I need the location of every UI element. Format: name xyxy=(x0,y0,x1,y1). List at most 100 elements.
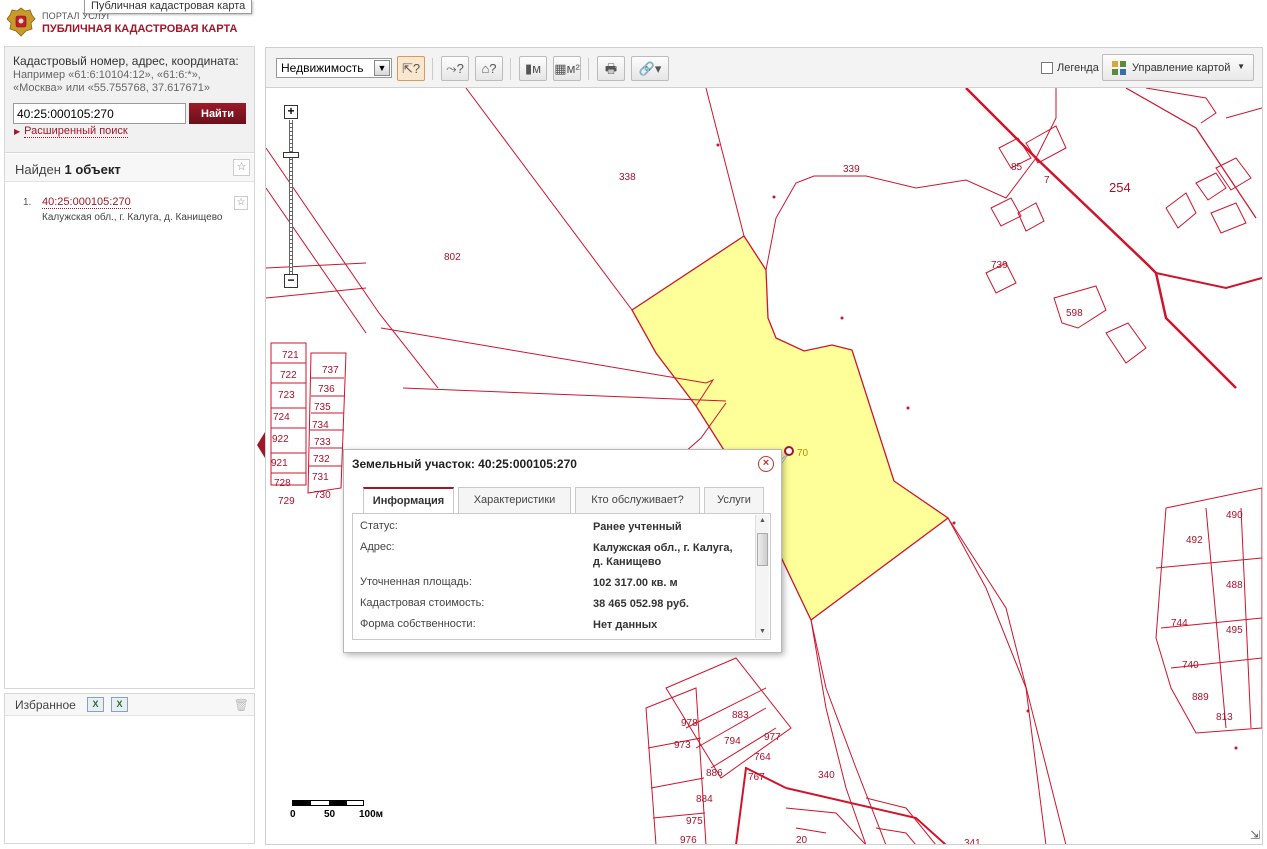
parcel-label: 886 xyxy=(706,768,723,779)
advanced-search-link[interactable]: ▶ Расширенный поиск xyxy=(14,125,128,138)
star-icon[interactable]: ☆ xyxy=(233,159,250,176)
tab-who-serves[interactable]: Кто обслуживает? xyxy=(575,487,700,513)
area-value: 102 317.00 кв. м xyxy=(593,577,678,589)
parcel-label: 739 xyxy=(991,260,1008,271)
parcel-label: 733 xyxy=(314,437,331,448)
search-panel: Кадастровый номер, адрес, координата: На… xyxy=(4,46,255,689)
parcel-label: 736 xyxy=(318,384,335,395)
parcel-label: 254 xyxy=(1109,180,1131,195)
toolbar-divider xyxy=(588,58,589,80)
link-icon[interactable]: 🔗▾ xyxy=(631,56,669,81)
parcel-label: 85 xyxy=(1011,162,1023,173)
parcel-label: 978 xyxy=(681,718,698,729)
parcel-label: 740 xyxy=(1182,660,1199,671)
measure-length-icon[interactable]: ▮м xyxy=(519,56,547,81)
result-cadastral-link[interactable]: 40:25:000105:270 xyxy=(42,196,131,209)
parcel-label: 728 xyxy=(274,478,291,489)
layer-select[interactable]: Недвижимость ▼ xyxy=(276,58,392,78)
results-header: Найден 1 объект ☆ xyxy=(5,154,254,182)
select-info-icon[interactable]: ⇱? xyxy=(397,56,425,81)
parcel-label: 70 xyxy=(797,448,809,459)
search-label: Кадастровый номер, адрес, координата: xyxy=(13,54,239,68)
info-panel: Статус: Ранее учтенный Адрес: Калужская … xyxy=(352,513,771,640)
parcel-label: 722 xyxy=(280,370,297,381)
object-marker-icon[interactable] xyxy=(784,446,794,456)
ownership-label: Форма собственности: xyxy=(360,618,476,630)
result-address: Калужская обл., г. Калуга, д. Канищево xyxy=(42,212,223,223)
parcel-label: 729 xyxy=(278,496,295,507)
collapse-panel-handle[interactable] xyxy=(257,432,265,458)
page-tooltip: Публичная кадастровая карта xyxy=(84,0,253,14)
identify-icon[interactable]: ⌂? xyxy=(475,56,503,81)
scale-bar: 0 50 100м xyxy=(290,800,383,820)
zoom-out-button[interactable]: − xyxy=(284,274,298,288)
favorites-header: Избранное X X 🗑 xyxy=(5,694,254,716)
parcel-label: 883 xyxy=(732,710,749,721)
trash-icon[interactable]: 🗑 xyxy=(234,698,249,712)
map-control-button[interactable]: Управление картой ▼ xyxy=(1102,54,1254,81)
measure-path-icon[interactable]: ⤳? xyxy=(441,56,469,81)
results-count: Найден 1 объект xyxy=(15,162,121,177)
resize-icon[interactable]: ⇲ xyxy=(1250,828,1260,842)
parcel-label: 495 xyxy=(1226,625,1243,636)
site-title[interactable]: ПУБЛИЧНАЯ КАДАСТРОВАЯ КАРТА xyxy=(42,23,237,35)
find-button[interactable]: Найти xyxy=(189,103,246,124)
legend-checkbox[interactable] xyxy=(1041,62,1053,74)
area-label: Уточненная площадь: xyxy=(360,576,472,588)
triangle-right-icon: ▶ xyxy=(14,127,21,136)
parcel-label: 794 xyxy=(724,736,741,747)
popup-title: Земельный участок: 40:25:000105:270 xyxy=(352,457,577,471)
tab-info[interactable]: Информация xyxy=(363,487,454,513)
map-toolbar: Недвижимость ▼ ⇱? ⤳? ⌂? ▮м ▦м² 🖶 🔗▾ Леге… xyxy=(266,48,1262,88)
tab-services[interactable]: Услуги xyxy=(704,487,764,513)
parcel-label: 884 xyxy=(696,794,713,805)
parcel-label: 341 xyxy=(964,838,981,845)
parcel-label: 922 xyxy=(272,434,289,445)
scroll-down-icon[interactable]: ▼ xyxy=(756,626,769,638)
status-value: Ранее учтенный xyxy=(593,521,682,533)
toolbar-divider xyxy=(510,58,511,80)
result-number: 1. xyxy=(23,197,32,208)
parcel-label: 598 xyxy=(1066,308,1083,319)
add-favorite-star-icon[interactable]: ☆ xyxy=(234,196,248,210)
parcel-label: 802 xyxy=(444,252,461,263)
parcel-label: 973 xyxy=(674,740,691,751)
parcel-label: 730 xyxy=(314,490,331,501)
parcel-label: 7 xyxy=(1044,175,1050,186)
tab-characteristics[interactable]: Характеристики xyxy=(458,487,571,513)
favorites-panel: Избранное X X 🗑 xyxy=(4,693,255,844)
parcel-label: 975 xyxy=(686,816,703,827)
parcel-label: 767 xyxy=(748,772,765,783)
parcel-label: 732 xyxy=(313,454,330,465)
coat-of-arms-logo[interactable] xyxy=(6,6,36,38)
scroll-thumb[interactable] xyxy=(757,533,768,566)
zoom-slider-handle[interactable] xyxy=(283,152,299,158)
legend-label: Легенда xyxy=(1057,62,1099,74)
parcel-label: 340 xyxy=(818,770,835,781)
export-excel-icon[interactable]: X xyxy=(87,697,104,712)
close-icon[interactable]: × xyxy=(758,456,774,472)
info-scrollbar[interactable]: ▲ ▼ xyxy=(755,515,769,638)
address-label: Адрес: xyxy=(360,541,395,553)
cadastral-value-label: Кадастровая стоимость: xyxy=(360,597,485,609)
parcel-label: 737 xyxy=(322,365,339,376)
parcel-label: 490 xyxy=(1226,510,1243,521)
zoom-slider[interactable] xyxy=(289,120,293,274)
scroll-up-icon[interactable]: ▲ xyxy=(756,515,769,527)
zoom-in-button[interactable]: + xyxy=(284,105,298,119)
print-icon[interactable]: 🖶 xyxy=(597,56,625,81)
parcel-label: 724 xyxy=(273,412,290,423)
ownership-value: Нет данных xyxy=(593,619,658,631)
search-hint: Например «61:6:10104:12», «61:6:*», «Мос… xyxy=(13,69,210,94)
parcel-label: 488 xyxy=(1226,580,1243,591)
favorites-title: Избранное xyxy=(15,698,76,712)
search-input[interactable] xyxy=(13,103,186,124)
scale-label: 100м xyxy=(359,809,384,820)
cadastral-value: 38 465 052.98 руб. xyxy=(593,598,689,610)
chevron-down-icon: ▼ xyxy=(1237,62,1245,71)
map-area[interactable]: Недвижимость ▼ ⇱? ⤳? ⌂? ▮м ▦м² 🖶 🔗▾ Леге… xyxy=(265,47,1263,845)
import-excel-icon[interactable]: X xyxy=(111,697,128,712)
parcel-label: 338 xyxy=(619,172,636,183)
scale-label: 50 xyxy=(324,809,336,820)
measure-area-icon[interactable]: ▦м² xyxy=(553,56,581,81)
